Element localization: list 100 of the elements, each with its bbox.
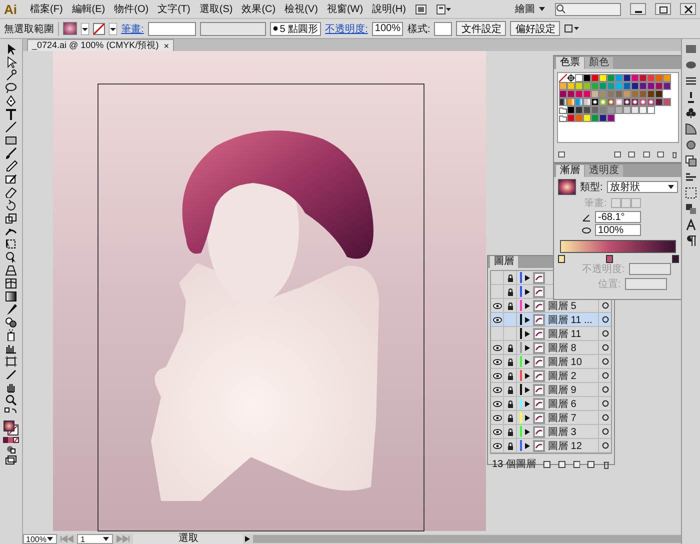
layer-row[interactable]: 圖層 2 (491, 369, 611, 383)
color-swatch[interactable] (655, 98, 663, 106)
magic-wand-icon[interactable] (4, 69, 18, 81)
color-swatch[interactable] (607, 90, 615, 98)
color-swatch[interactable] (575, 74, 583, 82)
color-swatch[interactable] (607, 82, 615, 90)
layer-row[interactable]: 圖層 3 (491, 425, 611, 439)
workspace-switcher[interactable]: 繪圖 (515, 2, 546, 16)
layer-row[interactable]: 圖層 9 (491, 383, 611, 397)
color-swatch[interactable] (583, 74, 591, 82)
color-swatch[interactable] (583, 114, 591, 122)
color-swatch[interactable] (591, 90, 599, 98)
gradient-preview[interactable] (558, 179, 576, 195)
color-swatch[interactable] (591, 82, 599, 90)
lock-icon[interactable] (506, 274, 514, 282)
color-swatch[interactable] (623, 90, 631, 98)
paintbrush-icon[interactable] (4, 147, 18, 159)
menu-item[interactable]: 視窗(W) (326, 2, 364, 16)
target-circle-icon[interactable] (602, 344, 608, 351)
menu-item[interactable]: 編輯(E) (72, 2, 106, 16)
arrange-icon[interactable] (436, 4, 452, 14)
expand-triangle-icon[interactable] (525, 288, 530, 294)
color-swatch[interactable] (575, 82, 583, 90)
eye-icon[interactable] (492, 414, 502, 420)
eye-icon[interactable] (492, 302, 502, 308)
target-circle-icon[interactable] (602, 330, 608, 337)
color-swatch[interactable] (663, 98, 671, 106)
close-icon[interactable] (682, 4, 694, 14)
color-swatch[interactable] (631, 90, 639, 98)
menu-item[interactable]: 說明(H) (372, 2, 406, 16)
menu-item[interactable]: 選取(S) (199, 2, 233, 16)
stroke-link[interactable]: 筆畫: (121, 22, 144, 36)
panel-tab[interactable]: 圖層 (490, 256, 518, 268)
color-swatch[interactable] (655, 90, 663, 98)
toolbar-button[interactable]: 偏好設定 (510, 21, 560, 36)
layer-row[interactable]: 圖層 6 (491, 397, 611, 411)
color-swatch[interactable] (583, 106, 591, 114)
fill-swatch[interactable] (63, 22, 77, 35)
menu-item[interactable]: 文字(T) (158, 2, 190, 16)
target-circle-icon[interactable] (602, 414, 608, 421)
gradient-swatch[interactable] (583, 98, 591, 106)
shape-builder-icon[interactable] (4, 251, 18, 263)
expand-triangle-icon[interactable] (525, 274, 530, 280)
column-graph-icon[interactable] (4, 342, 18, 354)
color-swatch[interactable] (647, 82, 655, 90)
color-swatch[interactable] (567, 82, 575, 90)
rectangle-tool-icon[interactable] (4, 134, 18, 146)
blend-icon[interactable] (4, 316, 18, 328)
lasso-icon[interactable] (4, 82, 18, 94)
layer-row[interactable]: 圖層 8 (491, 341, 611, 355)
gradient-tool-icon[interactable] (4, 290, 18, 302)
target-circle-icon[interactable] (602, 386, 608, 393)
gradient-stop[interactable] (558, 255, 565, 263)
color-swatch[interactable] (567, 114, 575, 122)
trash-icon[interactable] (670, 150, 678, 158)
pattern-swatch[interactable] (599, 98, 607, 106)
align-icon[interactable] (685, 171, 697, 183)
gradient-swatch[interactable] (559, 98, 567, 106)
pattern-swatch[interactable] (591, 98, 599, 106)
gradient-stop[interactable] (606, 255, 613, 263)
layer-row[interactable]: 圖層 12 (491, 439, 611, 453)
document-tab[interactable]: _0724.ai @ 100% (CMYK/預視) × (27, 39, 174, 51)
panel-tab[interactable]: 顏色 (585, 57, 613, 69)
color-swatch[interactable] (575, 90, 583, 98)
rotate-icon[interactable] (4, 199, 18, 211)
free-transform-icon[interactable] (4, 238, 18, 250)
gradient-swatch[interactable] (567, 98, 575, 106)
opacity-link[interactable]: 不透明度: (325, 22, 368, 36)
pattern-swatch[interactable] (631, 98, 639, 106)
perspective-grid-icon[interactable] (4, 264, 18, 276)
color-swatch[interactable] (599, 90, 607, 98)
dropdown-caret-icon[interactable] (109, 22, 117, 34)
lock-icon[interactable] (506, 386, 514, 394)
arrange-documents-icon[interactable] (564, 23, 580, 34)
none-swatch-icon[interactable] (559, 74, 567, 82)
color-swatch[interactable] (639, 90, 647, 98)
color-swatch[interactable] (575, 106, 583, 114)
color-swatch[interactable] (631, 82, 639, 90)
menu-item[interactable]: 效果(C) (242, 2, 276, 16)
color-swatch[interactable] (631, 74, 639, 82)
zoom-icon[interactable] (4, 394, 18, 406)
color-swatch[interactable] (559, 90, 567, 98)
target-circle-icon[interactable] (602, 428, 608, 435)
mesh-icon[interactable] (4, 277, 18, 289)
color-swatch[interactable] (639, 74, 647, 82)
graphic-styles-icon[interactable] (685, 155, 697, 167)
color-swatch[interactable] (663, 82, 671, 90)
registration-swatch-icon[interactable] (567, 74, 575, 82)
stroke-icon[interactable] (685, 75, 697, 87)
expand-triangle-icon[interactable] (525, 428, 530, 434)
line-tool-icon[interactable] (4, 121, 18, 133)
color-swatch[interactable] (615, 82, 623, 90)
menu-item[interactable]: 物件(O) (114, 2, 149, 16)
color-swatch[interactable] (647, 90, 655, 98)
pattern-swatch[interactable] (615, 98, 623, 106)
menu-item[interactable]: 檔案(F) (30, 2, 63, 16)
lock-icon[interactable] (506, 442, 514, 450)
color-swatch[interactable] (615, 90, 623, 98)
pattern-swatch[interactable] (607, 98, 615, 106)
stroke-weight-field[interactable] (148, 22, 196, 36)
